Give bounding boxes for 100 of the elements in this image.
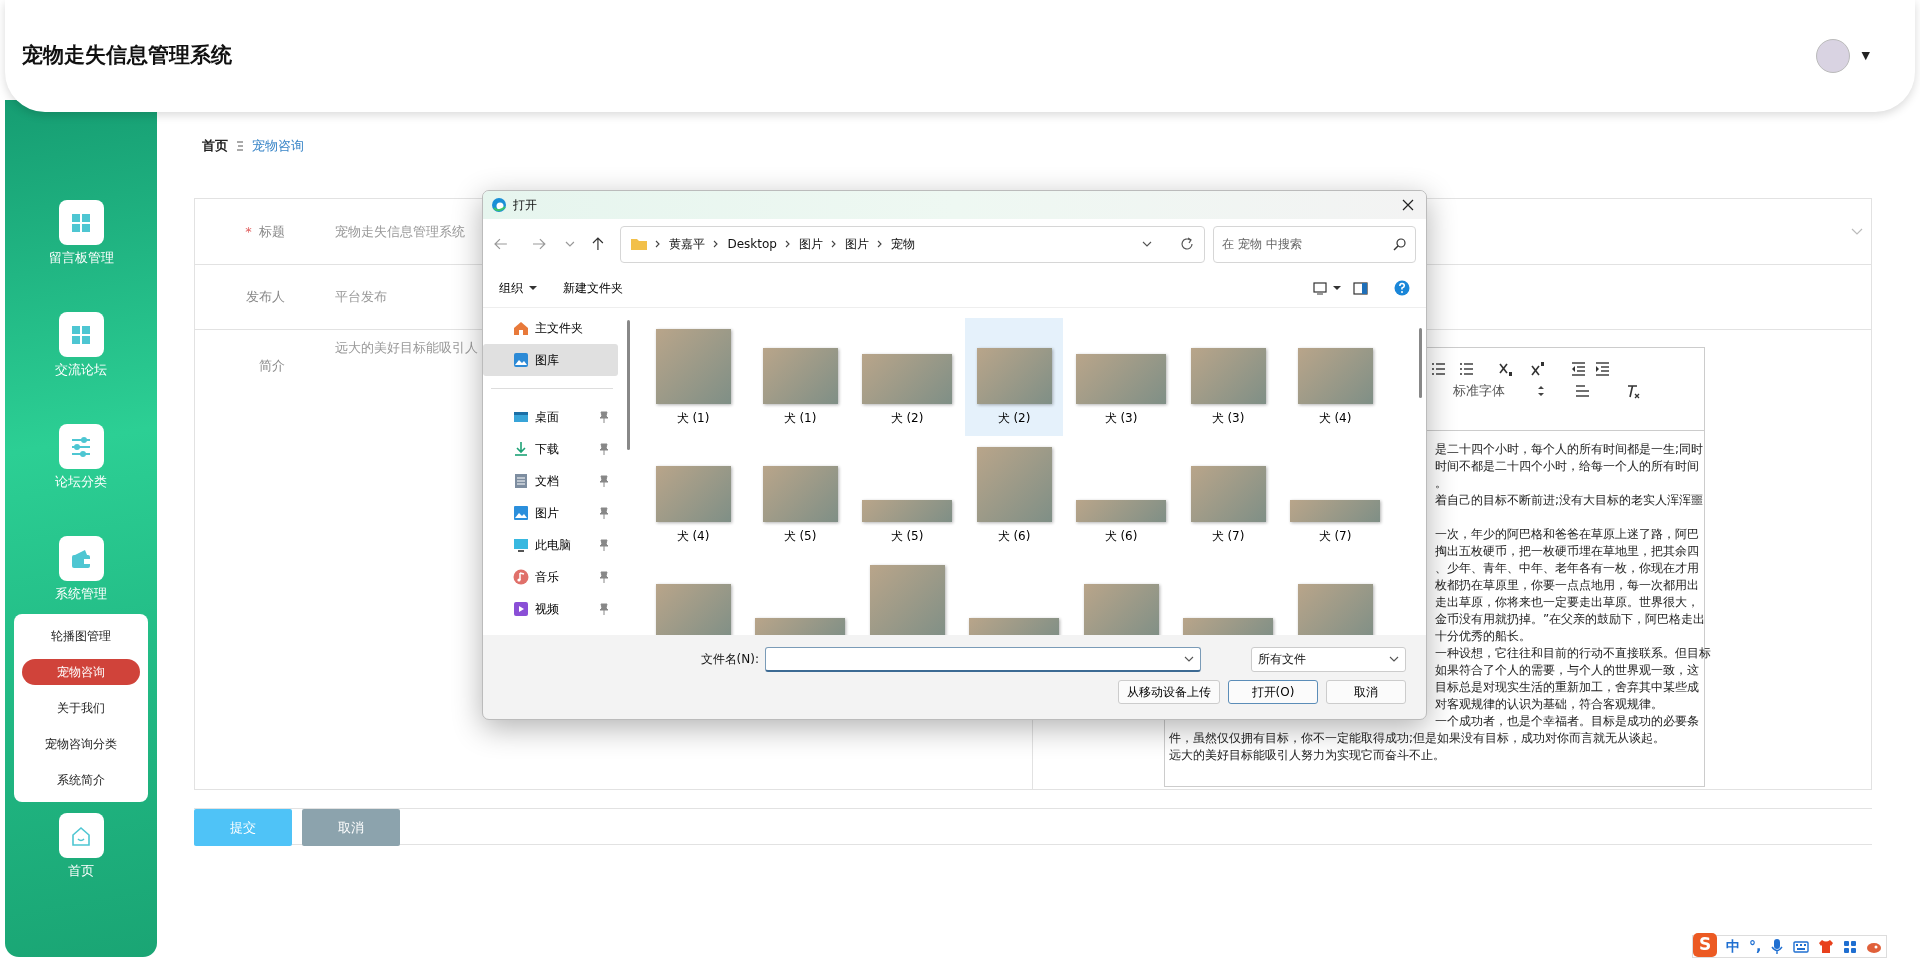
submenu-item[interactable]: 系统简介 xyxy=(22,767,140,793)
punctuation-toggle[interactable]: °, xyxy=(1749,936,1762,957)
submenu-item[interactable]: 关于我们 xyxy=(22,695,140,721)
submenu-item[interactable]: 轮播图管理 xyxy=(22,623,140,649)
file-item[interactable]: 犬 (7) xyxy=(1286,435,1384,554)
file-item[interactable]: 犬 (3) xyxy=(1179,317,1277,436)
scrollbar-thumb[interactable] xyxy=(1419,327,1422,398)
path-segment[interactable]: 宠物 xyxy=(890,235,915,254)
outdent-icon[interactable] xyxy=(1571,362,1585,376)
path-separator-icon xyxy=(655,240,662,249)
scrollbar-thumb[interactable] xyxy=(627,319,630,450)
editor-text-line: 如果符合了个人的需要，与个人的世界观一致，这 xyxy=(1435,662,1699,679)
sidebar-icon-button[interactable] xyxy=(58,200,104,245)
nav-item[interactable]: 此电脑 xyxy=(483,528,618,561)
close-icon xyxy=(1402,198,1414,211)
list-icon[interactable] xyxy=(1459,362,1473,376)
submenu-item-active[interactable]: 宠物咨询 xyxy=(22,659,140,685)
file-item[interactable]: 犬 (6) xyxy=(965,435,1063,554)
address-bar[interactable]: 黄嘉平 Desktop 图片 图片 宠物 xyxy=(620,225,1205,263)
clear-format-icon[interactable] xyxy=(1625,383,1640,399)
view-button[interactable] xyxy=(1313,279,1341,297)
pin-icon xyxy=(598,506,610,519)
file-name: 犬 (7) xyxy=(1211,527,1245,544)
editor-text-line: 时间不都是二十四个小时，给每一个人的所有时间 xyxy=(1435,458,1699,475)
path-separator-icon xyxy=(784,240,791,249)
editor-text-line: 目标总是对现实生活的重新加工，舍弃其中某些成 xyxy=(1435,679,1699,696)
file-name: 犬 (1) xyxy=(783,409,817,426)
home-icon xyxy=(70,824,92,847)
indent-icon[interactable] xyxy=(1595,362,1609,376)
user-menu-caret[interactable]: ▼ xyxy=(1861,47,1870,65)
file-item[interactable]: 犬 (5) xyxy=(751,435,849,554)
dialog-button[interactable]: 从移动设备上传 xyxy=(1118,679,1220,704)
dialog-button[interactable]: 取消 xyxy=(1326,679,1406,704)
nav-item[interactable]: 桌面 xyxy=(483,400,618,433)
apps-grid-icon[interactable] xyxy=(1843,939,1858,954)
editor-text-line: 枚都扔在草原里，你要一点点地用，每一次都用出 xyxy=(1435,577,1699,594)
breadcrumb-link[interactable]: 首页 xyxy=(202,137,228,155)
shirt-icon[interactable] xyxy=(1818,939,1835,954)
nav-item[interactable]: 主文件夹 xyxy=(483,311,618,344)
recent-locations-chevron-icon[interactable] xyxy=(564,241,575,248)
preview-pane-button[interactable] xyxy=(1353,279,1368,297)
nav-item[interactable]: 图库 xyxy=(483,343,618,376)
microphone-icon[interactable] xyxy=(1770,938,1785,955)
menu-button[interactable]: 组织 xyxy=(499,277,537,300)
path-segment[interactable]: 图片 xyxy=(798,235,823,254)
file-name: 犬 (5) xyxy=(783,527,817,544)
search-icon[interactable] xyxy=(1393,237,1406,251)
open-button[interactable]: 打开(O) xyxy=(1228,679,1318,704)
nav-item[interactable]: 下载 xyxy=(483,432,618,465)
file-item[interactable]: 犬 (7) xyxy=(1179,435,1277,554)
path-segment[interactable]: Desktop xyxy=(727,235,777,254)
up-arrow-icon[interactable] xyxy=(590,236,605,253)
sidebar-icon-button[interactable] xyxy=(58,312,104,357)
file-item[interactable]: 犬 (4) xyxy=(644,435,742,554)
house-icon xyxy=(513,319,529,336)
path-segment[interactable]: 图片 xyxy=(844,235,869,254)
editor-text-line: 十分优秀的船长。 xyxy=(1435,628,1531,645)
chevron-down-icon[interactable] xyxy=(1142,241,1152,248)
picture-icon xyxy=(513,504,529,521)
nav-item[interactable]: 音乐 xyxy=(483,560,618,593)
file-name-field[interactable] xyxy=(765,646,1201,672)
select-value: 宠物走失信息管理系统 xyxy=(335,222,465,241)
subscript-icon[interactable] xyxy=(1499,362,1513,376)
back-arrow-icon[interactable] xyxy=(493,237,509,252)
file-item[interactable]: 犬 (3) xyxy=(1072,317,1170,436)
refresh-icon[interactable] xyxy=(1180,237,1194,252)
path-segment[interactable]: 黄嘉平 xyxy=(669,235,706,254)
input-mode-toggle[interactable]: 中 xyxy=(1726,936,1740,957)
editor-text-line: 、少年、青年、中年、老年各有一枚，你现在才用 xyxy=(1435,560,1699,577)
nav-item[interactable]: 图片 xyxy=(483,496,618,529)
forward-arrow-icon[interactable] xyxy=(530,237,547,252)
search-field[interactable]: 在 宠物 中搜索 xyxy=(1213,225,1416,263)
file-item[interactable]: 犬 (6) xyxy=(1072,435,1170,554)
file-item[interactable]: 犬 (2) xyxy=(858,317,956,436)
file-type-select[interactable]: 所有文件 xyxy=(1251,646,1406,672)
file-item[interactable]: 犬 (1) xyxy=(751,317,849,436)
nav-item[interactable]: 文档 xyxy=(483,464,618,497)
up-down-arrow-icon[interactable] xyxy=(1537,385,1545,397)
caret-icon xyxy=(1333,286,1341,291)
file-item[interactable]: 犬 (2) xyxy=(965,317,1063,436)
path-separator-icon xyxy=(876,240,883,249)
file-item[interactable]: 犬 (4) xyxy=(1286,317,1384,436)
monitor-icon xyxy=(513,536,529,553)
file-name: 犬 (2) xyxy=(997,409,1031,426)
file-item[interactable]: 犬 (1) xyxy=(644,317,742,436)
keyboard-icon[interactable] xyxy=(1793,939,1810,954)
sidebar-icon-button[interactable] xyxy=(58,536,104,581)
folder-icon xyxy=(631,237,648,252)
superscript-icon[interactable] xyxy=(1531,362,1545,376)
file-item[interactable]: 犬 (5) xyxy=(858,435,956,554)
align-icon[interactable] xyxy=(1575,384,1589,398)
nav-item[interactable]: 视频 xyxy=(483,592,618,625)
file-name: 犬 (3) xyxy=(1104,409,1138,426)
sidebar-icon-button[interactable] xyxy=(58,813,104,858)
font-select[interactable]: 标准字体 xyxy=(1453,381,1505,401)
editor-text-line: 对客观规律的认识为基础，符合客观规律。 xyxy=(1435,696,1663,713)
toolbar-button[interactable]: 新建文件夹 xyxy=(563,277,623,300)
breadcrumb-link[interactable]: 宠物咨询 xyxy=(252,137,304,155)
submenu-item[interactable]: 宠物咨询分类 xyxy=(22,731,140,757)
list-icon[interactable] xyxy=(1431,362,1445,376)
